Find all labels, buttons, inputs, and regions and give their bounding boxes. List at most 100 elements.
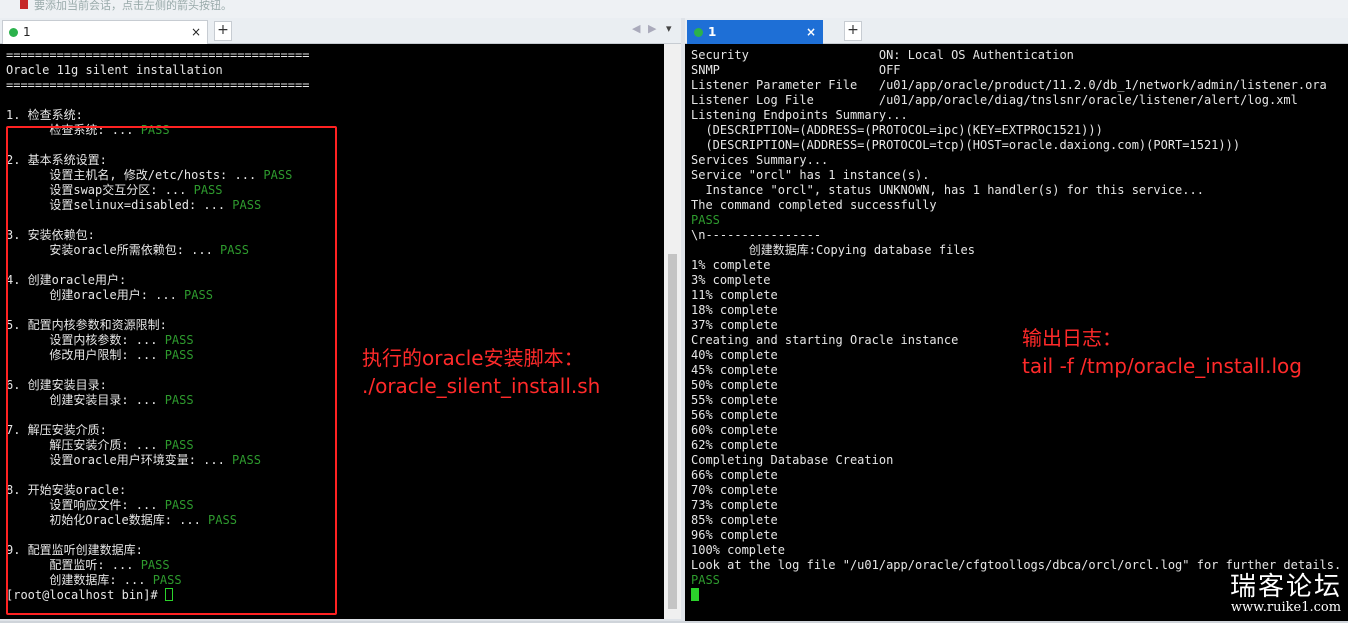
terminal-line-text: 1% complete [691, 258, 771, 272]
terminal-line: 73% complete [691, 498, 1341, 513]
terminal-line-text: 3% complete [691, 273, 771, 287]
terminal-line: Oracle 11g silent installation [6, 63, 309, 78]
terminal-line-text: 37% complete [691, 318, 778, 332]
connected-status-icon [9, 28, 18, 37]
terminal-line: Service "orcl" has 1 instance(s). [691, 168, 1341, 183]
terminal-line: Listener Log File /u01/app/oracle/diag/t… [691, 93, 1341, 108]
tab-right-session[interactable]: 1 root@localhost:~ × [687, 20, 824, 61]
terminal-line: 60% complete [691, 423, 1341, 438]
terminal-line: SNMP OFF [691, 63, 1341, 78]
left-tab-bar: 1 root@localhost:~/oracle_11... × + ◀ ▶ … [0, 18, 681, 61]
terminal-line-text: 100% complete [691, 543, 785, 557]
terminal-line: (DESCRIPTION=(ADDRESS=(PROTOCOL=tcp)(HOS… [691, 138, 1341, 153]
terminal-line-text: Listening Endpoints Summary... [691, 108, 908, 122]
terminal-line: 55% complete [691, 393, 1341, 408]
terminal-line-text: Oracle 11g silent installation [6, 63, 223, 77]
terminal-line: 66% complete [691, 468, 1341, 483]
terminal-line-text: 1. 检查系统: [6, 108, 83, 122]
flag-icon [20, 0, 28, 9]
terminal-line: 1. 检查系统: [6, 108, 309, 123]
terminal-line: Listening Endpoints Summary... [691, 108, 1341, 123]
terminal-line: Look at the log file "/u01/app/oracle/cf… [691, 558, 1341, 573]
terminal-line-text: Security ON: Local OS Authentication [691, 48, 1074, 62]
terminal-line-text: SNMP OFF [691, 63, 901, 77]
watermark-url: www.ruike1.com [1230, 600, 1342, 615]
left-terminal[interactable]: ========================================… [0, 44, 664, 619]
terminal-line: 1% complete [691, 258, 1341, 273]
session-hint-text: 要添加当前会话，点击左侧的箭头按钮。 [34, 0, 232, 12]
terminal-line: 3% complete [691, 273, 1341, 288]
terminal-line: ========================================… [6, 48, 309, 63]
terminal-line: PASS [691, 213, 1341, 228]
left-scrollbar[interactable] [664, 44, 681, 619]
terminal-line-text: Listener Log File /u01/app/oracle/diag/t… [691, 93, 1298, 107]
close-tab-icon[interactable]: × [191, 21, 201, 43]
terminal-line: 96% complete [691, 528, 1341, 543]
new-tab-button[interactable]: + [214, 21, 232, 41]
close-tab-icon[interactable]: × [806, 21, 816, 43]
left-session-pane: 1 root@localhost:~/oracle_11... × + ◀ ▶ … [0, 18, 681, 623]
right-session-pane: 1 root@localhost:~ × + Security ON: Loca… [685, 18, 1348, 623]
terminal-line: 62% complete [691, 438, 1341, 453]
terminal-line: The command completed successfully [691, 198, 1341, 213]
terminal-line-text: 40% complete [691, 348, 778, 362]
terminal-line: Services Summary... [691, 153, 1341, 168]
terminal-line: \n---------------- [691, 228, 1341, 243]
terminal-line-text: (DESCRIPTION=(ADDRESS=(PROTOCOL=ipc)(KEY… [691, 123, 1103, 137]
terminal-line-text: The command completed successfully [691, 198, 937, 212]
terminal-line-text: 73% complete [691, 498, 778, 512]
right-tab-bar: 1 root@localhost:~ × + [685, 18, 1348, 61]
terminal-line: Completing Database Creation [691, 453, 1341, 468]
connected-status-icon [694, 28, 703, 37]
session-hint-bar: 要添加当前会话，点击左侧的箭头按钮。 [0, 0, 1348, 18]
terminal-line-text: 创建数据库:Copying database files [691, 243, 975, 257]
pass-status: PASS [691, 573, 720, 587]
terminal-line-text: Instance "orcl", status UNKNOWN, has 1 h… [691, 183, 1204, 197]
terminal-line-text: Completing Database Creation [691, 453, 894, 467]
terminal-line-text: Service "orcl" has 1 instance(s). [691, 168, 930, 182]
terminal-line: ========================================… [6, 78, 309, 93]
terminal-line-text: 11% complete [691, 288, 778, 302]
annotation-install-script: 执行的oracle安装脚本： ./oracle_silent_install.s… [362, 346, 601, 398]
terminal-line-text: 85% complete [691, 513, 778, 527]
terminal-line-text: 66% complete [691, 468, 778, 482]
tab-next-icon[interactable]: ▶ [648, 22, 656, 35]
terminal-line-text: ========================================… [6, 78, 310, 92]
terminal-line-text: 45% complete [691, 363, 778, 377]
terminal-line: (DESCRIPTION=(ADDRESS=(PROTOCOL=ipc)(KEY… [691, 123, 1341, 138]
terminal-line-text: Listener Parameter File /u01/app/oracle/… [691, 78, 1327, 92]
highlight-box [6, 126, 337, 615]
terminal-line: Instance "orcl", status UNKNOWN, has 1 h… [691, 183, 1341, 198]
scrollbar-thumb[interactable] [668, 254, 677, 609]
tab-menu-icon[interactable]: ▾ [666, 22, 672, 35]
terminal-line: 创建数据库:Copying database files [691, 243, 1341, 258]
terminal-line-text: 70% complete [691, 483, 778, 497]
terminal-line: 85% complete [691, 513, 1341, 528]
terminal-line-text: 60% complete [691, 423, 778, 437]
terminal-line: 70% complete [691, 483, 1341, 498]
watermark-title: 瑞客论坛 [1229, 572, 1342, 602]
terminal-line-text: 56% complete [691, 408, 778, 422]
terminal-line: 100% complete [691, 543, 1341, 558]
watermark: 瑞客论坛 www.ruike1.com [1230, 573, 1342, 615]
terminal-line: Listener Parameter File /u01/app/oracle/… [691, 78, 1341, 93]
terminal-line-text: Services Summary... [691, 153, 829, 167]
tab-prev-icon[interactable]: ◀ [632, 22, 640, 35]
terminal-line: 18% complete [691, 303, 1341, 318]
terminal-line: Security ON: Local OS Authentication [691, 48, 1341, 63]
pass-status: PASS [691, 213, 720, 227]
new-tab-button[interactable]: + [844, 21, 862, 41]
terminal-line: 11% complete [691, 288, 1341, 303]
terminal-line-text: (DESCRIPTION=(ADDRESS=(PROTOCOL=tcp)(HOS… [691, 138, 1241, 152]
annotation-output-log: 输出日志： tail -f /tmp/oracle_install.log [1022, 326, 1302, 378]
terminal-line-text: Creating and starting Oracle instance [691, 333, 959, 347]
terminal-cursor [691, 588, 699, 601]
terminal-line-text: ========================================… [6, 48, 310, 62]
tab-left-session[interactable]: 1 root@localhost:~/oracle_11... × [2, 20, 208, 61]
terminal-line-text: 18% complete [691, 303, 778, 317]
terminal-line-text: \n---------------- [691, 228, 822, 242]
right-terminal[interactable]: Security ON: Local OS Authentication SNMP… [685, 44, 1348, 623]
terminal-line-text: 55% complete [691, 393, 778, 407]
terminal-line: 50% complete [691, 378, 1341, 393]
